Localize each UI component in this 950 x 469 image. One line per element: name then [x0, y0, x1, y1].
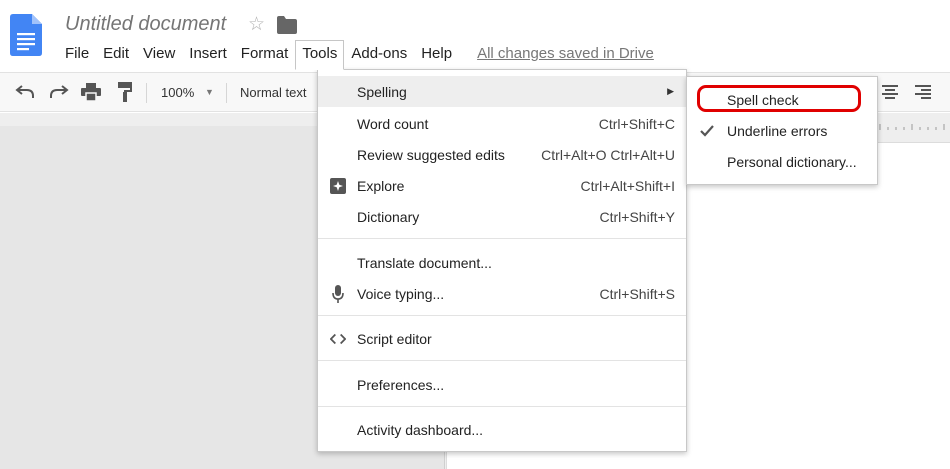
tools-menu-voice-typing[interactable]: Voice typing... Ctrl+Shift+S — [318, 278, 686, 309]
menu-item-label: Activity dashboard... — [357, 421, 484, 438]
menu-help[interactable]: Help — [414, 40, 459, 68]
print-icon[interactable] — [80, 81, 102, 103]
menu-item-label: Spelling — [357, 83, 407, 100]
paint-format-icon[interactable] — [114, 81, 136, 103]
menu-item-label: Voice typing... — [357, 285, 445, 302]
docs-header: Untitled document ☆ File Edit View Inser… — [0, 0, 950, 72]
checkmark-icon — [700, 124, 714, 137]
menu-item-shortcut: Ctrl+Shift+S — [599, 285, 675, 302]
redo-icon[interactable] — [48, 81, 70, 103]
menu-insert[interactable]: Insert — [182, 40, 234, 68]
spelling-submenu: Spell check Underline errors Personal di… — [686, 76, 878, 185]
menu-item-label: Script editor — [357, 330, 432, 347]
save-status-link[interactable]: All changes saved in Drive — [477, 45, 654, 63]
tools-menu-dictionary[interactable]: Dictionary Ctrl+Shift+Y — [318, 201, 686, 232]
menu-item-label: Dictionary — [357, 208, 420, 225]
zoom-caret-icon[interactable]: ▼ — [205, 87, 214, 97]
align-right-icon[interactable] — [913, 82, 933, 102]
menu-item-label: Word count — [357, 115, 429, 132]
paragraph-style-select[interactable]: Normal text — [240, 85, 306, 100]
menu-separator — [318, 406, 686, 407]
menu-edit[interactable]: Edit — [96, 40, 136, 68]
submenu-arrow-icon: ▶ — [667, 86, 674, 96]
submenu-underline-errors[interactable]: Underline errors — [687, 115, 877, 146]
menu-item-shortcut: Ctrl+Alt+O Ctrl+Alt+U — [541, 146, 675, 163]
ruler[interactable] — [877, 122, 950, 132]
menu-item-label: Preferences... — [357, 376, 445, 393]
docs-logo-icon[interactable] — [10, 14, 42, 56]
menu-separator — [318, 238, 686, 239]
menu-bar: File Edit View Insert Format Tools Add-o… — [58, 40, 654, 70]
menu-item-shortcut: Ctrl+Shift+C — [598, 115, 675, 132]
tools-menu-word-count[interactable]: Word count Ctrl+Shift+C — [318, 108, 686, 139]
menu-item-shortcut: Ctrl+Shift+Y — [599, 208, 675, 225]
toolbar-separator — [146, 83, 147, 103]
submenu-item-label: Underline errors — [727, 122, 828, 139]
tools-menu-activity-dashboard[interactable]: Activity dashboard... — [318, 414, 686, 445]
menu-item-shortcut: Ctrl+Alt+Shift+I — [580, 177, 675, 194]
tools-menu-script-editor[interactable]: Script editor — [318, 323, 686, 354]
tools-menu-review-suggested-edits[interactable]: Review suggested edits Ctrl+Alt+O Ctrl+A… — [318, 139, 686, 170]
menu-separator — [318, 360, 686, 361]
tools-menu-translate-document[interactable]: Translate document... — [318, 247, 686, 278]
submenu-spell-check[interactable]: Spell check — [687, 84, 877, 115]
align-center-icon[interactable] — [880, 82, 900, 102]
explore-icon — [330, 177, 346, 194]
tools-menu-explore[interactable]: Explore Ctrl+Alt+Shift+I — [318, 170, 686, 201]
menu-item-label: Explore — [357, 177, 405, 194]
toolbar-separator — [226, 83, 227, 103]
menu-item-label: Review suggested edits — [357, 146, 505, 163]
menu-view[interactable]: View — [136, 40, 182, 68]
tools-menu-dropdown: Spelling ▶ Word count Ctrl+Shift+C Revie… — [317, 69, 687, 452]
star-icon[interactable]: ☆ — [248, 14, 265, 36]
tools-menu-spelling[interactable]: Spelling ▶ — [318, 76, 686, 107]
folder-icon[interactable] — [277, 16, 297, 34]
menu-add-ons[interactable]: Add-ons — [344, 40, 414, 68]
menu-tools[interactable]: Tools — [295, 40, 345, 70]
tools-menu-preferences[interactable]: Preferences... — [318, 369, 686, 400]
menu-item-label: Translate document... — [357, 254, 492, 271]
zoom-select[interactable]: 100% — [161, 85, 194, 100]
submenu-personal-dictionary[interactable]: Personal dictionary... — [687, 146, 877, 177]
menu-file[interactable]: File — [58, 40, 96, 68]
document-title[interactable]: Untitled document — [65, 13, 226, 36]
undo-icon[interactable] — [14, 81, 36, 103]
menu-separator — [318, 315, 686, 316]
microphone-icon — [330, 284, 346, 303]
submenu-item-label: Spell check — [727, 91, 799, 108]
menu-format[interactable]: Format — [234, 40, 296, 68]
submenu-item-label: Personal dictionary... — [727, 153, 857, 170]
code-icon — [330, 331, 346, 347]
